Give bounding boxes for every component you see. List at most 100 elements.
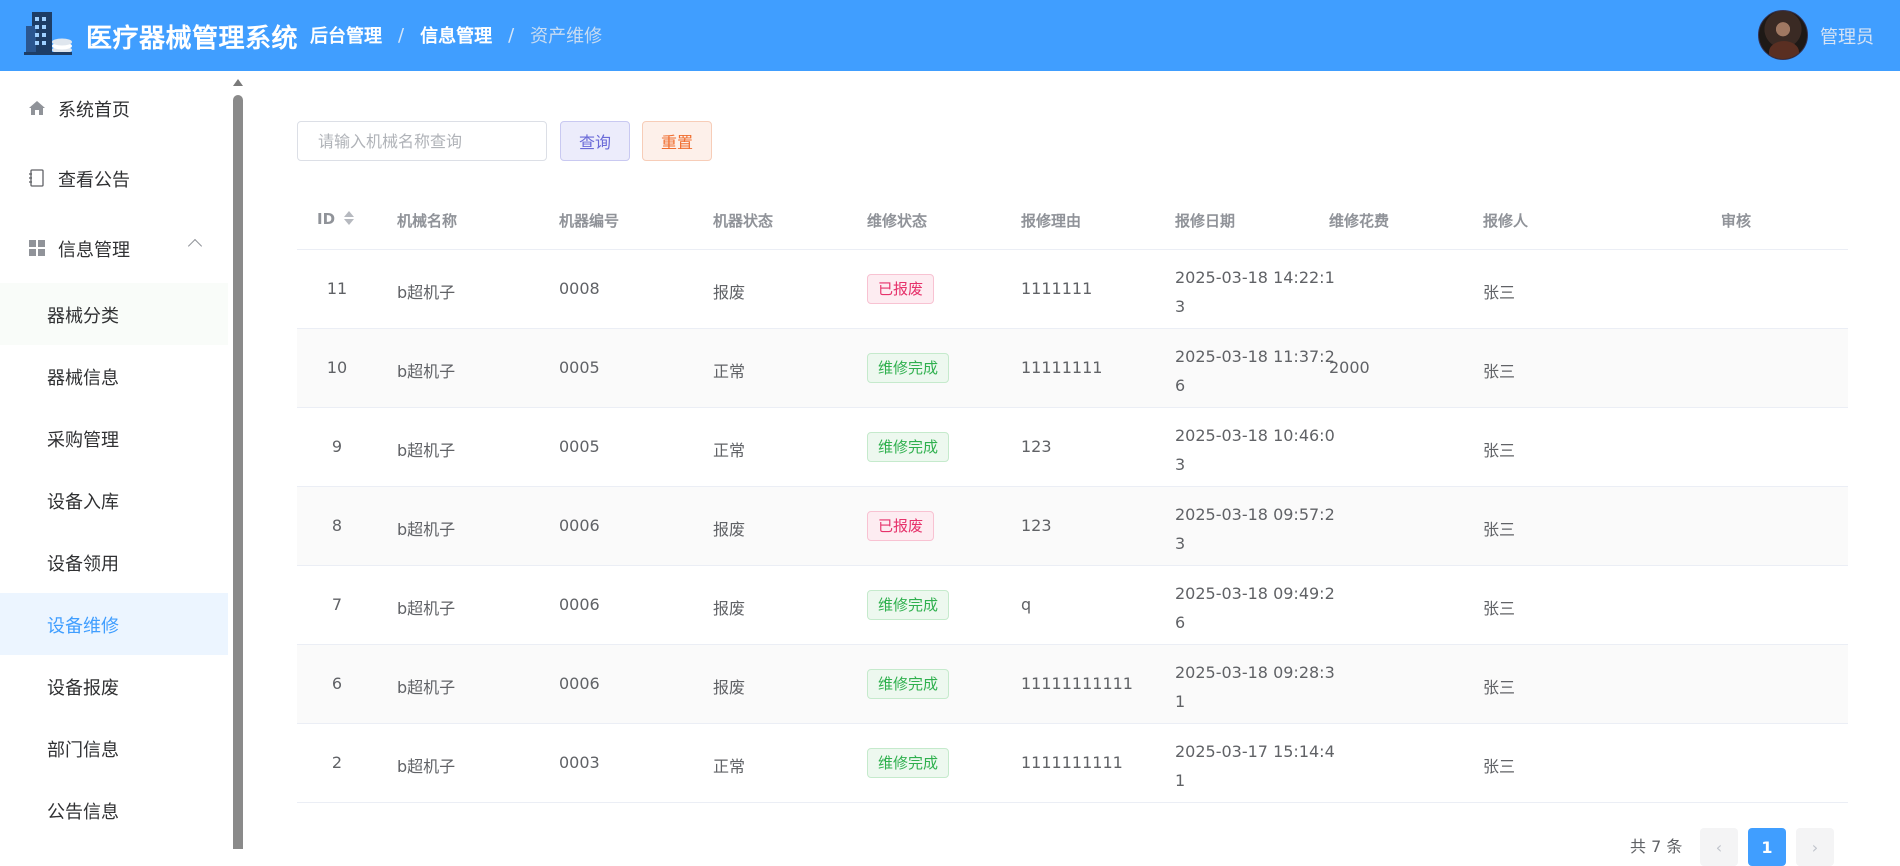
cell-reporter: 张三: [1483, 757, 1516, 776]
chevron-right-icon: ›: [1811, 837, 1819, 857]
table-row[interactable]: 9 b超机子 0005 正常 维修完成 123 2025-03-18 10:46:03 张三: [297, 408, 1848, 487]
breadcrumb-item-backend[interactable]: 后台管理: [310, 22, 382, 48]
cell-id: 2: [331, 753, 343, 772]
sidebar-subitem-device-info[interactable]: 器械信息: [0, 345, 228, 407]
sidebar-item-label: 信息管理: [58, 240, 130, 261]
sidebar-subitem-label: 器械分类: [47, 306, 119, 327]
breadcrumb-item-info-management[interactable]: 信息管理: [420, 22, 492, 48]
cell-machine-status: 正常: [713, 757, 746, 776]
cell-code: 0005: [559, 358, 600, 377]
cell-reason: 123: [1021, 516, 1052, 535]
cell-date: 2025-03-18 09:49:26: [1175, 584, 1335, 632]
table-row[interactable]: 10 b超机子 0005 正常 维修完成 11111111 2025-03-18 11:37…: [297, 329, 1848, 408]
cell-reason: 123: [1021, 437, 1052, 456]
chevron-up-icon: [187, 238, 203, 254]
sidebar-subitem-notice-info[interactable]: 公告信息: [0, 779, 228, 841]
cell-date: 2025-03-18 14:22:13: [1175, 268, 1335, 316]
sidebar-subitem-label: 公告信息: [47, 802, 119, 823]
sidebar-subitem-device-category[interactable]: 器械分类: [0, 283, 228, 345]
column-header-date: 报修日期: [1175, 212, 1236, 230]
sidebar-subitem-department[interactable]: 部门信息: [0, 717, 228, 779]
scroll-up-arrow-icon[interactable]: [233, 79, 243, 86]
column-header-audit: 审核: [1721, 212, 1752, 230]
cell-id: 8: [331, 516, 343, 535]
sidebar-scrollbar[interactable]: [232, 71, 244, 849]
table-row[interactable]: 7 b超机子 0006 报废 维修完成 q 2025-03-18 09:49:26 张三: [297, 566, 1848, 645]
cell-machine-status: 正常: [713, 362, 746, 381]
hospital-building-logo-icon: [24, 12, 72, 55]
column-header-reason: 报修理由: [1021, 212, 1082, 230]
sidebar-subitem-label: 设备领用: [47, 554, 119, 575]
sidebar-item-announcements[interactable]: 查看公告: [0, 147, 228, 209]
cell-name: b超机子: [397, 441, 456, 460]
cell-reason: 11111111: [1021, 358, 1103, 377]
cell-reason: 11111111111: [1021, 674, 1133, 693]
cell-reporter: 张三: [1483, 520, 1516, 539]
avatar[interactable]: [1758, 10, 1808, 60]
table-row[interactable]: 6 b超机子 0006 报废 维修完成 11111111111 2025-03-18 09:…: [297, 645, 1848, 724]
repair-status-badge: 已报废: [867, 511, 935, 541]
prev-page-button[interactable]: ‹: [1700, 828, 1738, 866]
cell-date: 2025-03-18 11:37:26: [1175, 347, 1335, 395]
cell-name: b超机子: [397, 599, 456, 618]
repair-status-badge: 已报废: [867, 274, 935, 304]
query-button[interactable]: 查询: [560, 121, 630, 161]
table-row[interactable]: 8 b超机子 0006 报废 已报废 123 2025-03-18 09:57:23 张三: [297, 487, 1848, 566]
column-header-repair-status: 维修状态: [867, 212, 928, 230]
cell-reason: 1111111111: [1021, 753, 1123, 772]
page-number-button[interactable]: 1: [1748, 828, 1786, 866]
cell-reason: q: [1021, 595, 1032, 614]
home-icon: [29, 101, 45, 115]
user-name[interactable]: 管理员: [1820, 23, 1874, 49]
column-header-name: 机械名称: [397, 212, 458, 230]
column-header-cost: 维修花费: [1329, 212, 1390, 230]
cell-code: 0003: [559, 753, 600, 772]
sidebar-item-home[interactable]: 系统首页: [0, 77, 228, 139]
grid-icon: [29, 240, 45, 256]
cell-reporter: 张三: [1483, 678, 1516, 697]
sidebar-subitem-label: 器械信息: [47, 368, 119, 389]
sidebar: 系统首页 查看公告 信息管理 器械分类 器械信息 采购管理 设备入库 设备领用 …: [0, 71, 228, 849]
table-body: 11 b超机子 0008 报废 已报废 1111111 2025-03-18 14:22:1…: [297, 250, 1848, 803]
table-row[interactable]: 2 b超机子 0003 正常 维修完成 1111111111 2025-03-17 15:1…: [297, 724, 1848, 803]
sidebar-subitem-device-receive[interactable]: 设备领用: [0, 531, 228, 593]
sidebar-subitem-label: 设备维修: [47, 616, 119, 637]
cell-reporter: 张三: [1483, 283, 1516, 302]
next-page-button[interactable]: ›: [1796, 828, 1834, 866]
scroll-thumb[interactable]: [233, 95, 243, 849]
sort-icon[interactable]: [343, 210, 355, 226]
cell-reporter: 张三: [1483, 441, 1516, 460]
reset-button[interactable]: 重置: [642, 121, 712, 161]
table-row[interactable]: 11 b超机子 0008 报废 已报废 1111111 2025-03-18 14:22:1…: [297, 250, 1848, 329]
sidebar-item-info-management[interactable]: 信息管理: [0, 217, 228, 279]
chevron-left-icon: ‹: [1715, 837, 1723, 857]
repair-table: ID 机械名称 机器编号 机器状态 维修状态 报修理由 报修日期 维修花费 报修…: [297, 192, 1848, 803]
cell-reason: 1111111: [1021, 279, 1093, 298]
sidebar-subitem-device-repair[interactable]: 设备维修: [0, 593, 228, 655]
repair-status-badge: 维修完成: [867, 353, 950, 383]
repair-status-badge: 维修完成: [867, 669, 950, 699]
cell-name: b超机子: [397, 757, 456, 776]
cell-machine-status: 报废: [713, 599, 746, 618]
breadcrumb-separator: /: [508, 24, 515, 46]
table-header: ID 机械名称 机器编号 机器状态 维修状态 报修理由 报修日期 维修花费 报修…: [297, 192, 1848, 250]
breadcrumb: 后台管理 / 信息管理 / 资产维修: [310, 22, 602, 48]
repair-status-badge: 维修完成: [867, 748, 950, 778]
cell-code: 0005: [559, 437, 600, 456]
cell-code: 0008: [559, 279, 600, 298]
sidebar-subitem-stock-in[interactable]: 设备入库: [0, 469, 228, 531]
sidebar-subitem-label: 采购管理: [47, 430, 119, 451]
search-input[interactable]: [297, 121, 547, 161]
sidebar-subitem-label: 设备报废: [47, 678, 119, 699]
cell-code: 0006: [559, 595, 600, 614]
column-header-id[interactable]: ID: [317, 210, 355, 228]
sidebar-subitem-purchase[interactable]: 采购管理: [0, 407, 228, 469]
cell-machine-status: 报废: [713, 520, 746, 539]
cell-date: 2025-03-18 09:57:23: [1175, 505, 1335, 553]
cell-date: 2025-03-18 10:46:03: [1175, 426, 1335, 474]
breadcrumb-separator: /: [398, 24, 405, 46]
sidebar-subitem-device-scrap[interactable]: 设备报废: [0, 655, 228, 717]
app-title: 医疗器械管理系统: [86, 24, 299, 54]
breadcrumb-item-asset-repair: 资产维修: [530, 26, 603, 47]
cell-date: 2025-03-17 15:14:41: [1175, 742, 1335, 790]
